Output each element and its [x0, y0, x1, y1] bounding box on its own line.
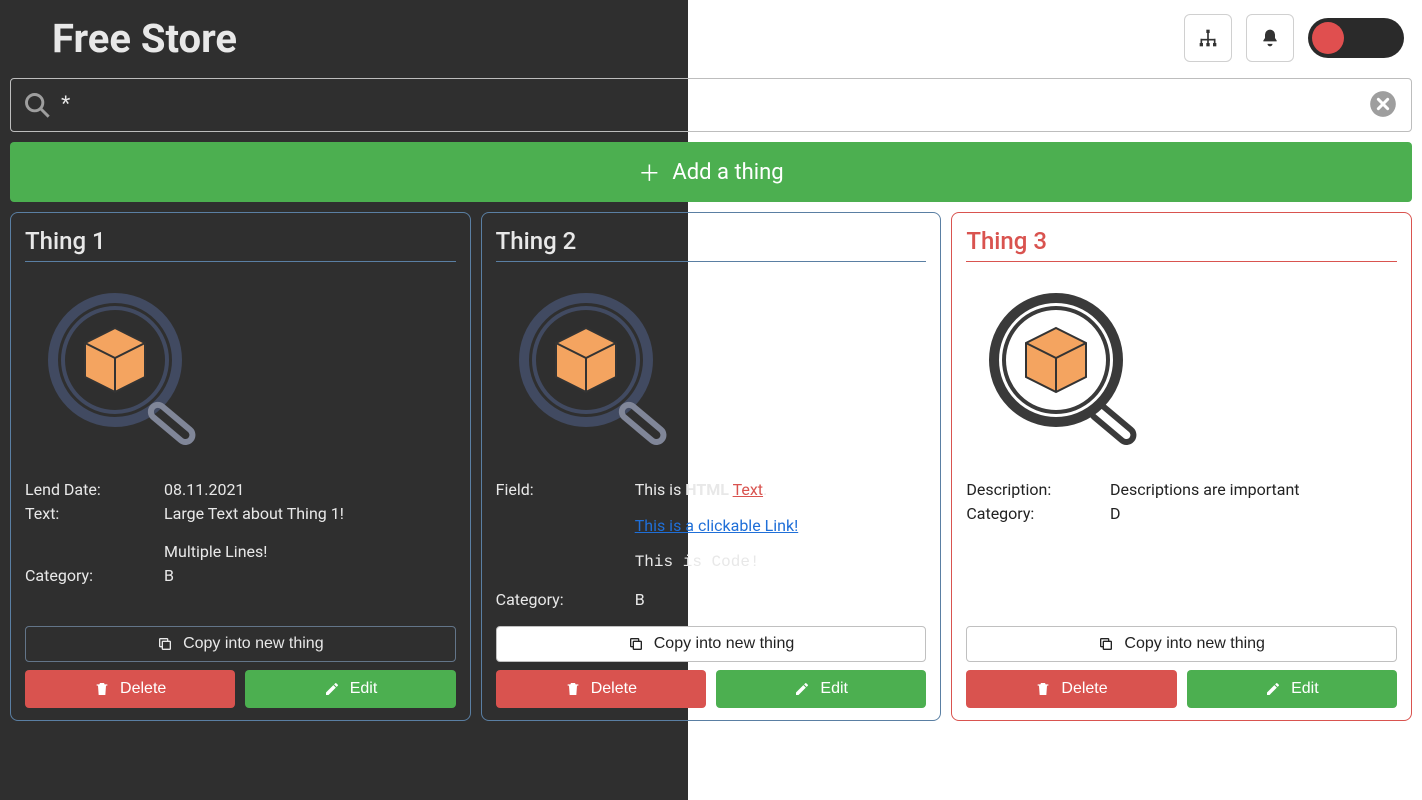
lend-date-label: Lend Date: [25, 478, 164, 502]
category-value: D [1110, 502, 1397, 526]
description-label: Description: [966, 478, 1110, 502]
copy-icon [628, 636, 644, 652]
category-value: B [164, 564, 456, 588]
app-title: Free Store [52, 15, 237, 62]
copy-button[interactable]: Copy into new thing [966, 626, 1397, 662]
trash-icon [94, 681, 110, 697]
notifications-button[interactable] [1246, 14, 1294, 62]
field-value: This is HTML Text. This is a clickable L… [635, 478, 927, 574]
copy-button[interactable]: Copy into new thing [25, 626, 456, 662]
category-label: Category: [25, 564, 164, 588]
card-title: Thing 3 [966, 227, 1397, 262]
trash-icon [565, 681, 581, 697]
card-fields: Description: Descriptions are important … [966, 478, 1397, 526]
copy-icon [157, 636, 173, 652]
theme-toggle[interactable] [1308, 18, 1404, 58]
edit-button[interactable]: Edit [1187, 670, 1397, 708]
plus-icon: ＋ [638, 156, 660, 188]
pencil-icon [324, 681, 340, 697]
thing-card: Thing 1 Lend Date: 08.11.2021 Text: [10, 212, 471, 721]
delete-label: Delete [120, 680, 166, 698]
bell-icon [1260, 28, 1280, 48]
category-value: B [635, 574, 927, 612]
card-actions: Copy into new thing Delete Edit [966, 612, 1397, 708]
header-actions [1184, 14, 1412, 62]
edit-button[interactable]: Edit [245, 670, 455, 708]
card-thumbnail [496, 280, 927, 460]
copy-label: Copy into new thing [1124, 635, 1265, 653]
search-bar [10, 78, 1412, 132]
search-icon [23, 90, 53, 120]
delete-button[interactable]: Delete [966, 670, 1176, 708]
copy-label: Copy into new thing [183, 635, 324, 653]
edit-label: Edit [350, 680, 378, 698]
toggle-knob [1312, 22, 1344, 54]
copy-label: Copy into new thing [654, 635, 795, 653]
field-code: This is Code! [635, 550, 927, 574]
edit-button[interactable]: Edit [716, 670, 926, 708]
card-title: Thing 2 [496, 227, 927, 262]
clear-search-icon[interactable] [1369, 90, 1399, 120]
card-thumbnail [25, 280, 456, 460]
sitemap-button[interactable] [1184, 14, 1232, 62]
header: Free Store [10, 0, 1412, 72]
delete-button[interactable]: Delete [496, 670, 706, 708]
lend-date-value: 08.11.2021 [164, 478, 456, 502]
copy-icon [1098, 636, 1114, 652]
thing-card: Thing 3 Description: Descriptions are im… [951, 212, 1412, 721]
html-text-line: This is HTML Text. [635, 478, 927, 502]
thing-card: Thing 2 Field: This is HTML Text. [481, 212, 942, 721]
card-actions: Copy into new thing Delete Edit [25, 612, 456, 708]
pencil-icon [794, 681, 810, 697]
pencil-icon [1265, 681, 1281, 697]
card-thumbnail [966, 280, 1397, 460]
card-fields: Field: This is HTML Text. This is a clic… [496, 478, 927, 612]
category-label: Category: [496, 574, 635, 612]
copy-button[interactable]: Copy into new thing [496, 626, 927, 662]
add-thing-label: Add a thing [672, 160, 783, 185]
sitemap-icon [1198, 28, 1218, 48]
description-value: Descriptions are important [1110, 478, 1397, 502]
card-actions: Copy into new thing Delete Edit [496, 612, 927, 708]
text-line-1: Large Text about Thing 1! [164, 502, 456, 526]
cards-grid: Thing 1 Lend Date: 08.11.2021 Text: [10, 212, 1412, 721]
text-label: Text: [25, 502, 164, 564]
search-input[interactable] [53, 87, 1369, 123]
text-value: Large Text about Thing 1! Multiple Lines… [164, 502, 456, 564]
field-link[interactable]: This is a clickable Link! [635, 516, 799, 535]
add-thing-button[interactable]: ＋ Add a thing [10, 142, 1412, 202]
field-label: Field: [496, 478, 635, 574]
edit-label: Edit [1291, 680, 1319, 698]
card-fields: Lend Date: 08.11.2021 Text: Large Text a… [25, 478, 456, 588]
delete-label: Delete [1061, 680, 1107, 698]
text-line-2: Multiple Lines! [164, 540, 456, 564]
delete-label: Delete [591, 680, 637, 698]
delete-button[interactable]: Delete [25, 670, 235, 708]
trash-icon [1035, 681, 1051, 697]
card-title: Thing 1 [25, 227, 456, 262]
edit-label: Edit [820, 680, 848, 698]
category-label: Category: [966, 502, 1110, 526]
